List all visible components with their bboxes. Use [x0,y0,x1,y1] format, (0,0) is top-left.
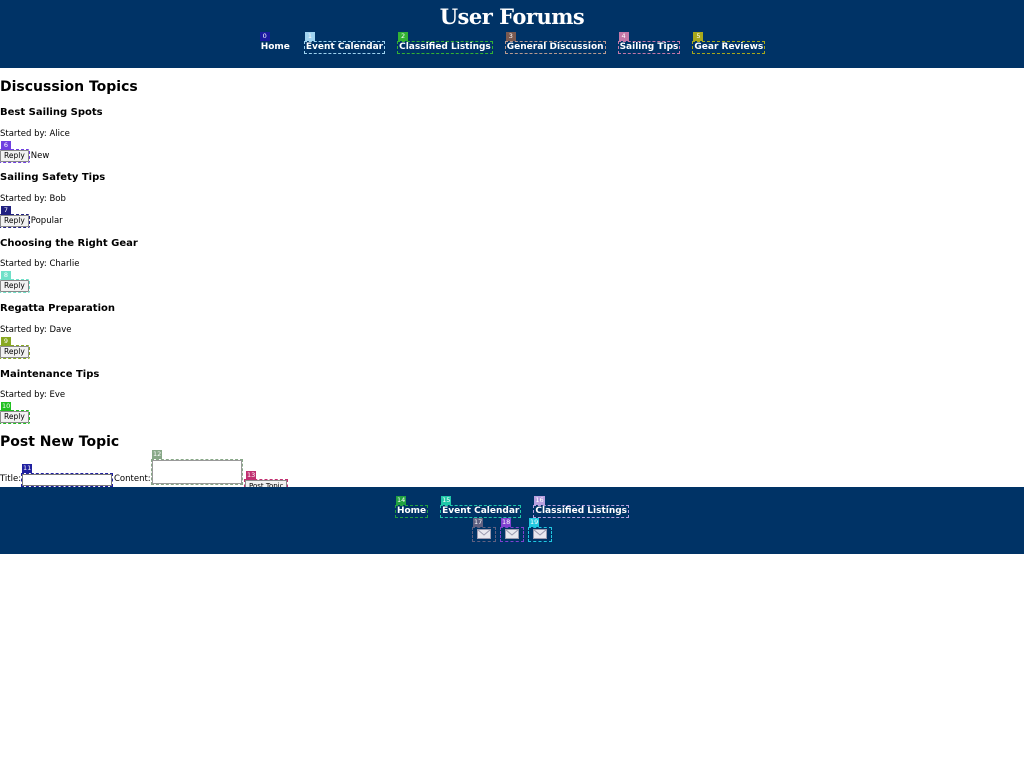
topic-title: Choosing the Right Gear [0,238,138,249]
annotation-badge: 4 [618,32,629,41]
annotation-badge: 12 [152,450,163,459]
footer-nav-classified-listings-label: Classified Listings [535,506,628,516]
topic-tag: Popular [30,215,63,226]
content-label: Content: [114,474,151,484]
topic-author: Started by: Charlie [0,259,80,269]
nav-sailing-tips-label: Sailing Tips [619,42,679,52]
annotation-badge: 1 [304,32,315,41]
mail-icon [529,529,551,539]
topic-actions: 9 Reply [0,336,30,359]
footer-nav: 14 Home 15 Event Calendar 16 Classified … [0,496,1024,518]
annotation-badge: 10 [1,401,12,411]
site-footer: 14 Home 15 Event Calendar 16 Classified … [0,487,1024,554]
site-header: User Forums 0 Home 1 Event Calendar 2 Cl… [0,0,1024,68]
discussion-topics-heading: Discussion Topics [0,79,138,95]
annotation-badge: 11 [22,464,33,473]
annotation-badge: 17 [473,518,484,527]
title-label: Title: [0,474,22,484]
nav-gear-reviews[interactable]: 5 Gear Reviews [692,32,766,54]
annotation-badge: 5 [693,32,704,41]
annotation-badge: 16 [534,496,545,505]
topic-author: Started by: Eve [0,390,66,400]
reply-button[interactable]: 9 Reply [0,336,30,359]
topic-actions: 8 Reply [0,270,30,293]
topic-title: Sailing Safety Tips [0,172,106,183]
topic-actions: 10 Reply [0,401,30,424]
reply-button[interactable]: 7 Reply [0,205,30,228]
topic-title: Best Sailing Spots [0,107,103,118]
topic-actions: 7 Reply Popular [0,205,63,228]
topic-actions: 6 Reply New [0,140,50,163]
annotation-badge: 19 [529,518,540,527]
footer-nav-classified-listings[interactable]: 16 Classified Listings [533,496,630,518]
post-topic-form: Title: 11 Content: 12 13 Post Topic [0,450,300,493]
reply-button-label: Reply [4,347,25,356]
nav-home[interactable]: 0 Home [259,32,291,53]
nav-general-discussion-label: General Discussion [506,42,604,52]
annotation-badge: 6 [1,140,11,150]
reply-button-label: Reply [4,216,25,225]
annotation-badge: 13 [246,471,257,480]
annotation-badge: 3 [505,32,516,41]
nav-event-calendar[interactable]: 1 Event Calendar [303,32,386,54]
annotation-badge: 8 [1,270,11,280]
topic-author: Started by: Alice [0,129,70,139]
topic-title: Maintenance Tips [0,369,100,380]
annotation-badge: 2 [398,32,409,41]
reply-button[interactable]: 6 Reply [0,140,30,163]
title-input[interactable] [22,474,112,486]
content-textarea[interactable] [152,460,242,484]
annotation-badge: 18 [501,518,512,527]
nav-classified-listings-label: Classified Listings [399,42,491,52]
main-content: Discussion Topics Best Sailing Spots Sta… [0,68,1024,493]
reply-button-label: Reply [4,281,25,290]
footer-nav-event-calendar-label: Event Calendar [442,506,520,516]
footer-nav-event-calendar[interactable]: 15 Event Calendar [440,496,522,518]
topic-author: Started by: Dave [0,325,72,335]
annotation-badge: 9 [1,336,11,346]
reply-button[interactable]: 8 Reply [0,270,30,293]
nav-general-discussion[interactable]: 3 General Discussion [504,32,606,54]
social-link-mail[interactable]: 17 [472,518,496,542]
reply-button-label: Reply [4,151,25,160]
nav-gear-reviews-label: Gear Reviews [694,42,764,52]
annotation-badge: 15 [441,496,452,505]
nav-classified-listings[interactable]: 2 Classified Listings [397,32,493,54]
site-title: User Forums [439,4,585,29]
annotation-badge: 14 [395,496,407,505]
reply-button[interactable]: 10 Reply [0,401,30,424]
mail-icon [473,529,495,539]
post-new-topic-heading: Post New Topic [0,434,120,450]
nav-event-calendar-label: Event Calendar [305,42,384,52]
annotation-badge: 7 [1,205,11,215]
social-link-mail[interactable]: 19 [528,518,552,542]
social-links: 17 18 19 [0,518,1024,542]
topic-tag: New [30,150,50,161]
topic-author: Started by: Bob [0,194,66,204]
mail-icon [501,529,523,539]
nav-home-label: Home [260,42,290,52]
social-link-mail[interactable]: 18 [500,518,524,542]
topic-title: Regatta Preparation [0,303,116,314]
footer-nav-home[interactable]: 14 Home [394,496,429,518]
main-nav: 0 Home 1 Event Calendar 2 Classified Lis… [0,32,1024,54]
annotation-badge: 0 [259,32,270,41]
footer-nav-home-label: Home [396,506,427,516]
reply-button-label: Reply [4,412,25,421]
nav-sailing-tips[interactable]: 4 Sailing Tips [617,32,681,54]
